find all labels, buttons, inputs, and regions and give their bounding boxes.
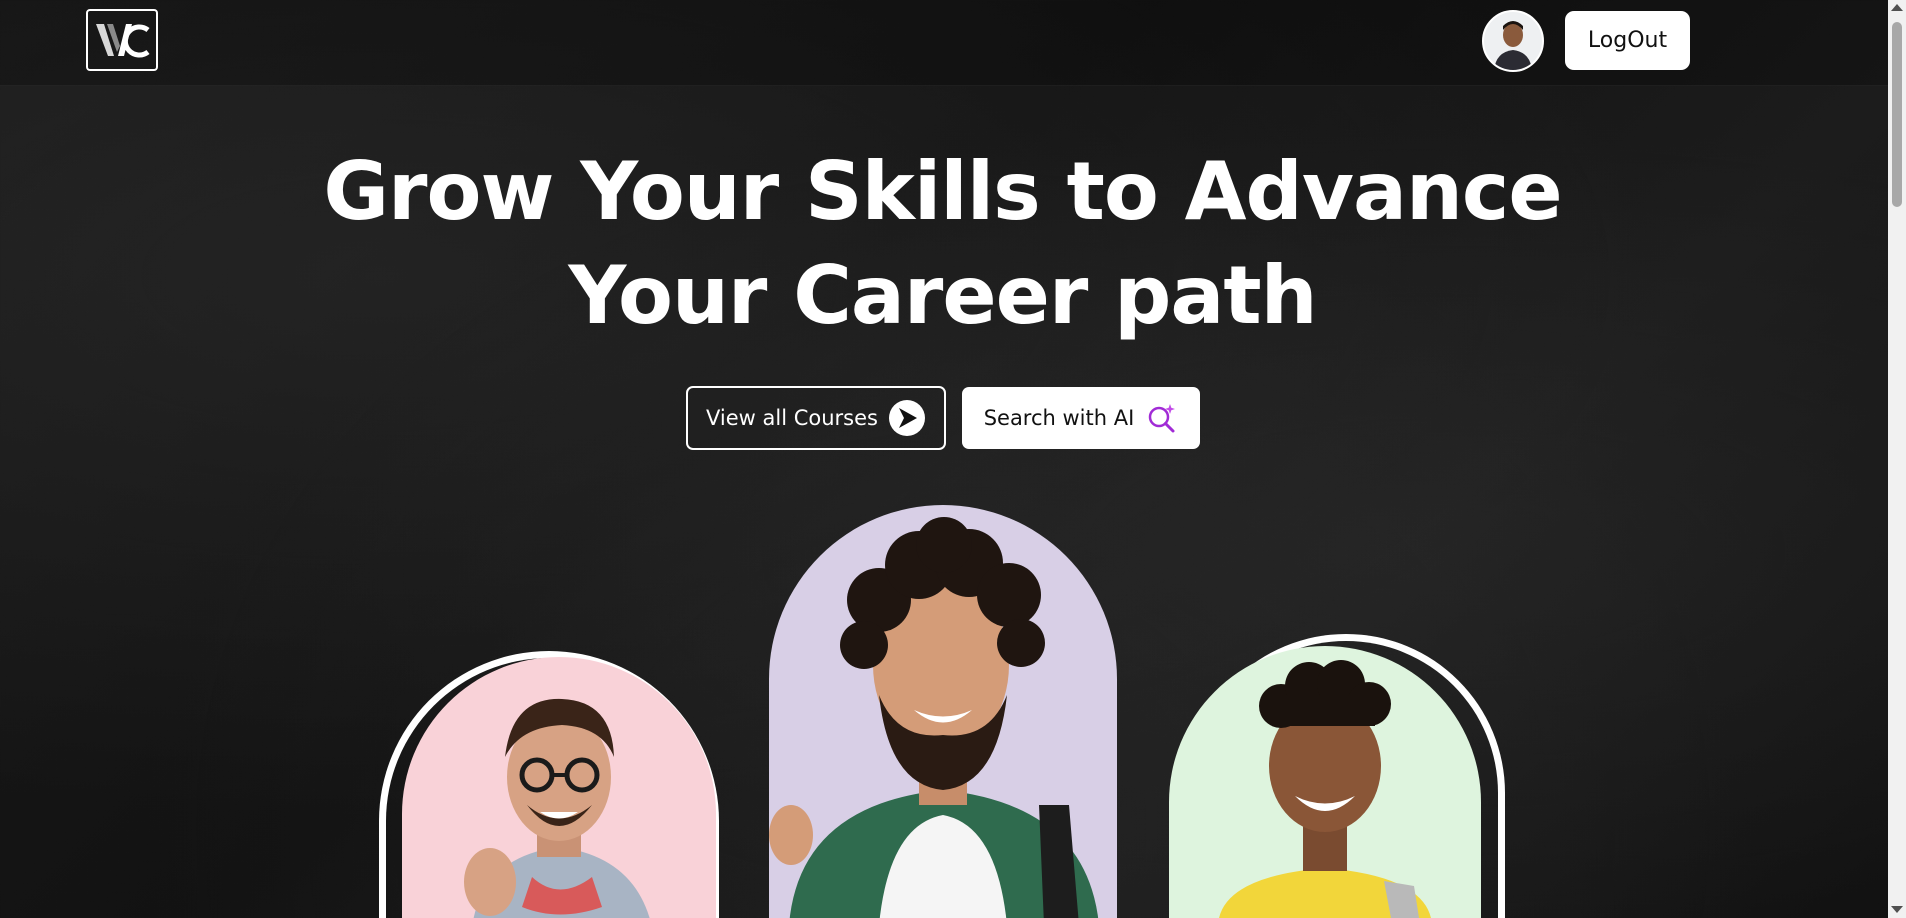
ai-search-sparkle-icon [1149, 404, 1176, 433]
vc-logo-icon [96, 24, 150, 58]
site-logo[interactable] [86, 9, 158, 71]
scroll-up-arrow-icon[interactable] [1891, 4, 1903, 11]
view-all-courses-label: View all Courses [706, 406, 878, 430]
student-center-card [769, 505, 1117, 918]
user-avatar-icon [1484, 12, 1542, 70]
search-with-ai-button[interactable]: Search with AI [962, 387, 1200, 449]
search-with-ai-label: Search with AI [983, 406, 1135, 430]
scrollbar-thumb[interactable] [1892, 22, 1902, 207]
view-all-courses-button[interactable]: View all Courses [686, 386, 946, 450]
student-center-photo-icon [769, 517, 1099, 918]
arrow-right-circle-icon [888, 400, 925, 436]
hero-title-line2: Your Career path [568, 249, 1317, 342]
user-avatar[interactable] [1482, 10, 1544, 72]
hero-title: Grow Your Skills to Advance Your Career … [300, 140, 1585, 348]
logout-button[interactable]: LogOut [1565, 11, 1690, 70]
scroll-down-arrow-icon[interactable] [1891, 906, 1903, 913]
hero-title-line1: Grow Your Skills to Advance [323, 145, 1562, 238]
